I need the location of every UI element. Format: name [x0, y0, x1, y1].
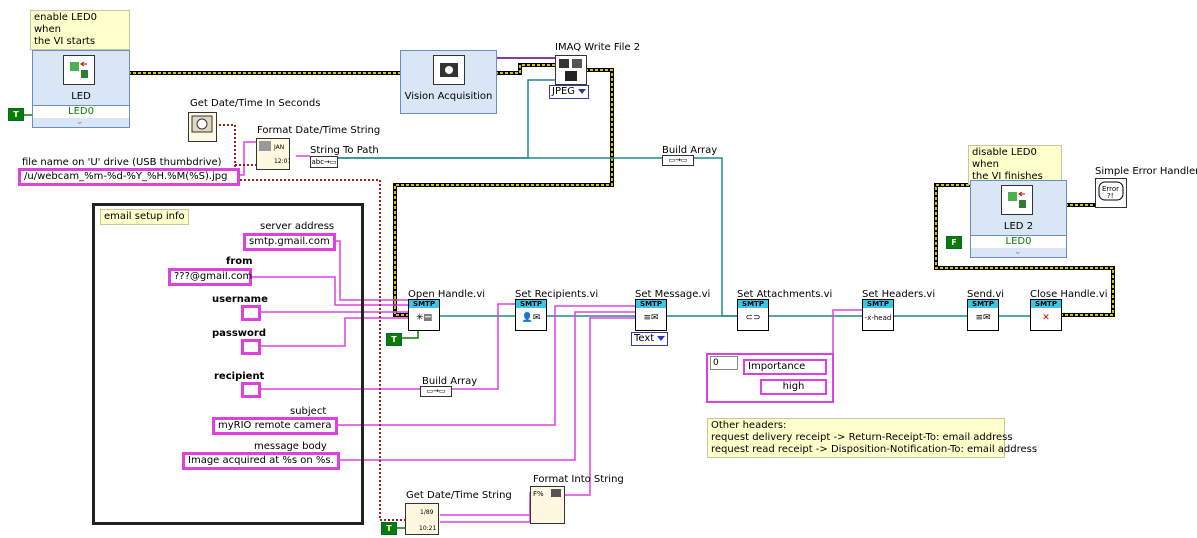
send-envelope-icon: ≡✉: [975, 313, 991, 323]
vision-acquisition-vi[interactable]: Vision Acquisition: [400, 50, 497, 114]
camera-icon: [433, 55, 465, 85]
from-control[interactable]: ???@gmail.com: [168, 268, 252, 286]
led2-label: LED 2: [1003, 221, 1034, 232]
imaq-write-label: IMAQ Write File 2: [555, 42, 641, 53]
imaq-write-file-node[interactable]: [555, 55, 587, 85]
string-to-path-node[interactable]: abc→▭: [310, 156, 338, 168]
build-array-bottom-node[interactable]: ▭→▭: [420, 386, 452, 397]
simple-error-handler-label: Simple Error Handler.vi: [1095, 166, 1197, 177]
set-headers-node[interactable]: SMTP -x-head: [862, 299, 894, 331]
close-handle-node[interactable]: SMTP ✕: [1030, 299, 1062, 331]
message-type-value: Text: [634, 333, 655, 344]
paperclip-icon: ⊂⊃: [745, 313, 761, 323]
true-constant-datetime[interactable]: T: [381, 522, 397, 535]
svg-text:12:01: 12:01: [274, 158, 289, 165]
send-node[interactable]: SMTP ≡✉: [967, 299, 999, 331]
message-type-enum[interactable]: Text: [631, 332, 669, 346]
open-handle-node[interactable]: SMTP ✳▤: [408, 299, 440, 331]
format-into-string-node[interactable]: F%: [530, 486, 565, 524]
build-array-top-node[interactable]: ▭→▭: [662, 155, 694, 166]
set-message-node[interactable]: SMTP ≡✉: [635, 299, 667, 331]
smtp-header: SMTP: [1031, 300, 1061, 308]
svg-text:10:21: 10:21: [419, 525, 436, 532]
expand-chevron-icon[interactable]: ⌄: [1014, 247, 1022, 257]
format-datetime-node[interactable]: JAN 12:01: [256, 138, 291, 170]
true-constant-open[interactable]: T: [386, 333, 402, 346]
email-setup-title: email setup info: [100, 209, 189, 225]
led2-express-vi[interactable]: LED 2 LED0 ⌄: [970, 180, 1067, 258]
message-envelope-icon: ≡✉: [643, 313, 659, 323]
smtp-header: SMTP: [409, 300, 439, 308]
email-setup-frame: [92, 203, 364, 525]
clock-icon[interactable]: [188, 112, 217, 142]
header-icon: -x-head: [864, 314, 892, 322]
get-datetime-string-node[interactable]: 1/89 10:21: [405, 503, 439, 535]
get-datetime-seconds-label: Get Date/Time In Seconds: [190, 98, 321, 109]
true-constant[interactable]: T: [8, 108, 24, 121]
smtp-header: SMTP: [516, 300, 546, 308]
get-datetime-string-label: Get Date/Time String: [406, 490, 512, 501]
format-datetime-label: Format Date/Time String: [257, 125, 381, 136]
led-express-vi[interactable]: LED LED0 ⌄: [32, 50, 130, 128]
smtp-header: SMTP: [968, 300, 998, 308]
format-into-string-label: Format Into String: [533, 474, 624, 485]
header-value-constant[interactable]: high: [760, 379, 827, 395]
recipient-control[interactable]: [241, 382, 261, 398]
set-recipients-node[interactable]: SMTP 👤✉: [515, 299, 547, 331]
expand-chevron-icon[interactable]: ⌄: [76, 117, 84, 127]
smtp-header: SMTP: [863, 300, 893, 308]
file-name-control[interactable]: /u/webcam_%m-%d-%Y_%H.%M(%S).jpg: [18, 168, 240, 186]
enable-led-comment: enable LED0 when the VI starts: [30, 10, 130, 50]
server-address-control[interactable]: smtp.gmail.com: [243, 233, 336, 251]
subject-control[interactable]: myRIO remote camera: [212, 417, 338, 435]
svg-text:1/89: 1/89: [420, 509, 434, 516]
led2-icon: [1001, 185, 1033, 215]
smtp-header: SMTP: [738, 300, 768, 308]
set-attachments-node[interactable]: SMTP ⊂⊃: [737, 299, 769, 331]
dropdown-arrow-icon: [578, 88, 587, 94]
smtp-header: SMTP: [636, 300, 666, 308]
led-label: LED: [71, 91, 91, 102]
message-body-control[interactable]: Image acquired at %s on %s.: [182, 452, 340, 470]
password-control[interactable]: [241, 339, 261, 355]
open-handle-icon: ✳▤: [415, 313, 433, 323]
led-icon: [63, 55, 95, 85]
other-headers-line1: request delivery receipt -> Return-Recei…: [711, 432, 1013, 443]
svg-text:F%: F%: [533, 490, 544, 498]
close-x-icon: ✕: [1042, 313, 1050, 323]
other-headers-line2: request read receipt -> Disposition-Noti…: [711, 444, 1038, 455]
other-headers-title: Other headers:: [711, 420, 787, 431]
headers-array-index[interactable]: 0: [710, 356, 738, 370]
svg-text:?!: ?!: [1107, 192, 1114, 200]
from-label: from: [226, 256, 253, 267]
other-headers-comment: Other headers: request delivery receipt …: [707, 418, 1038, 458]
disable-led-comment: disable LED0 when the VI finishes: [968, 145, 1062, 185]
jpeg-format-value: JPEG: [552, 86, 576, 97]
username-control[interactable]: [241, 305, 261, 321]
svg-text:JAN: JAN: [273, 144, 284, 151]
header-name-constant[interactable]: Importance: [743, 359, 827, 375]
jpeg-format-enum[interactable]: JPEG: [549, 85, 590, 99]
vision-acquisition-label: Vision Acquisition: [404, 91, 493, 102]
server-address-label: server address: [260, 221, 335, 232]
recipient-envelope-icon: 👤✉: [521, 313, 541, 323]
dropdown-arrow-icon: [657, 335, 666, 341]
error-handler-icon[interactable]: Error?!: [1095, 178, 1127, 208]
false-constant[interactable]: F: [946, 236, 962, 249]
